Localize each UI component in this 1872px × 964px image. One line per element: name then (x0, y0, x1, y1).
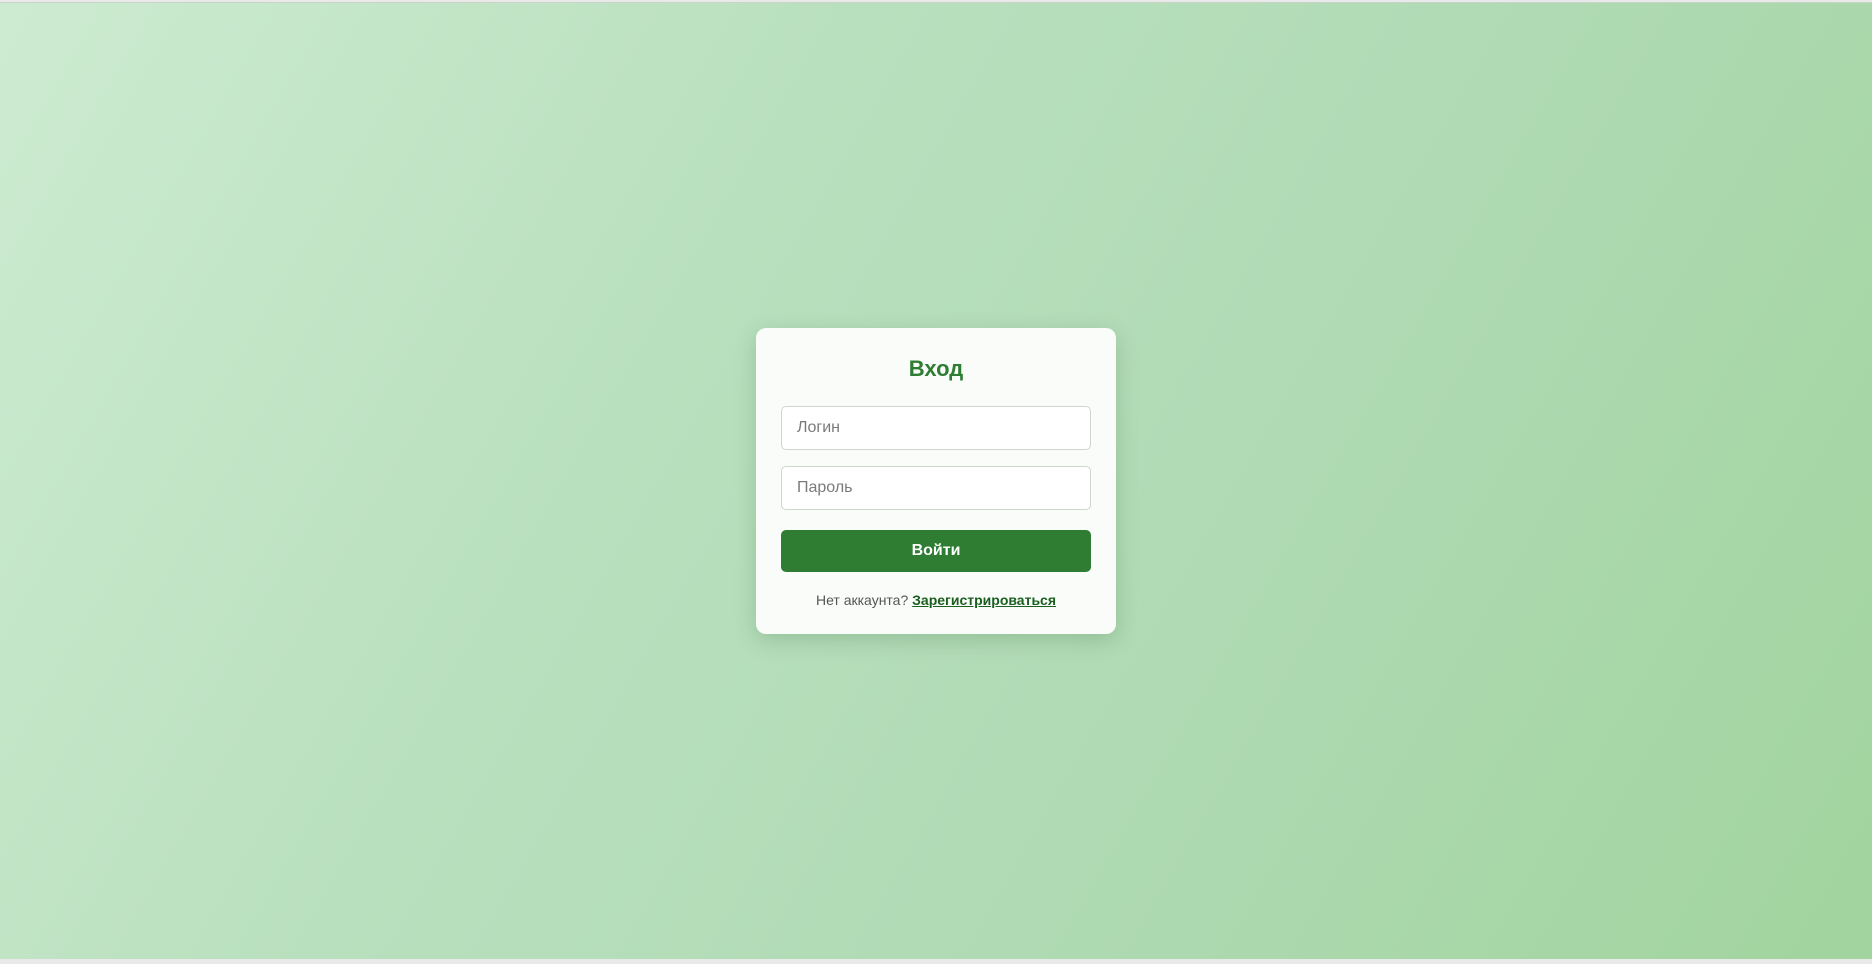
login-button[interactable]: Войти (781, 530, 1091, 572)
password-input[interactable] (781, 466, 1091, 510)
register-prompt-text: Нет аккаунта? (815, 592, 909, 608)
login-card: Вход Войти Нет аккаунта? Зарегистрироват… (756, 328, 1116, 634)
username-input[interactable] (781, 406, 1091, 450)
register-link[interactable]: Зарегистрироваться (912, 592, 1056, 608)
register-prompt: Нет аккаунта? Зарегистрироваться (781, 592, 1091, 608)
page-background: Вход Войти Нет аккаунта? Зарегистрироват… (0, 2, 1872, 959)
page-title: Вход (908, 356, 964, 381)
